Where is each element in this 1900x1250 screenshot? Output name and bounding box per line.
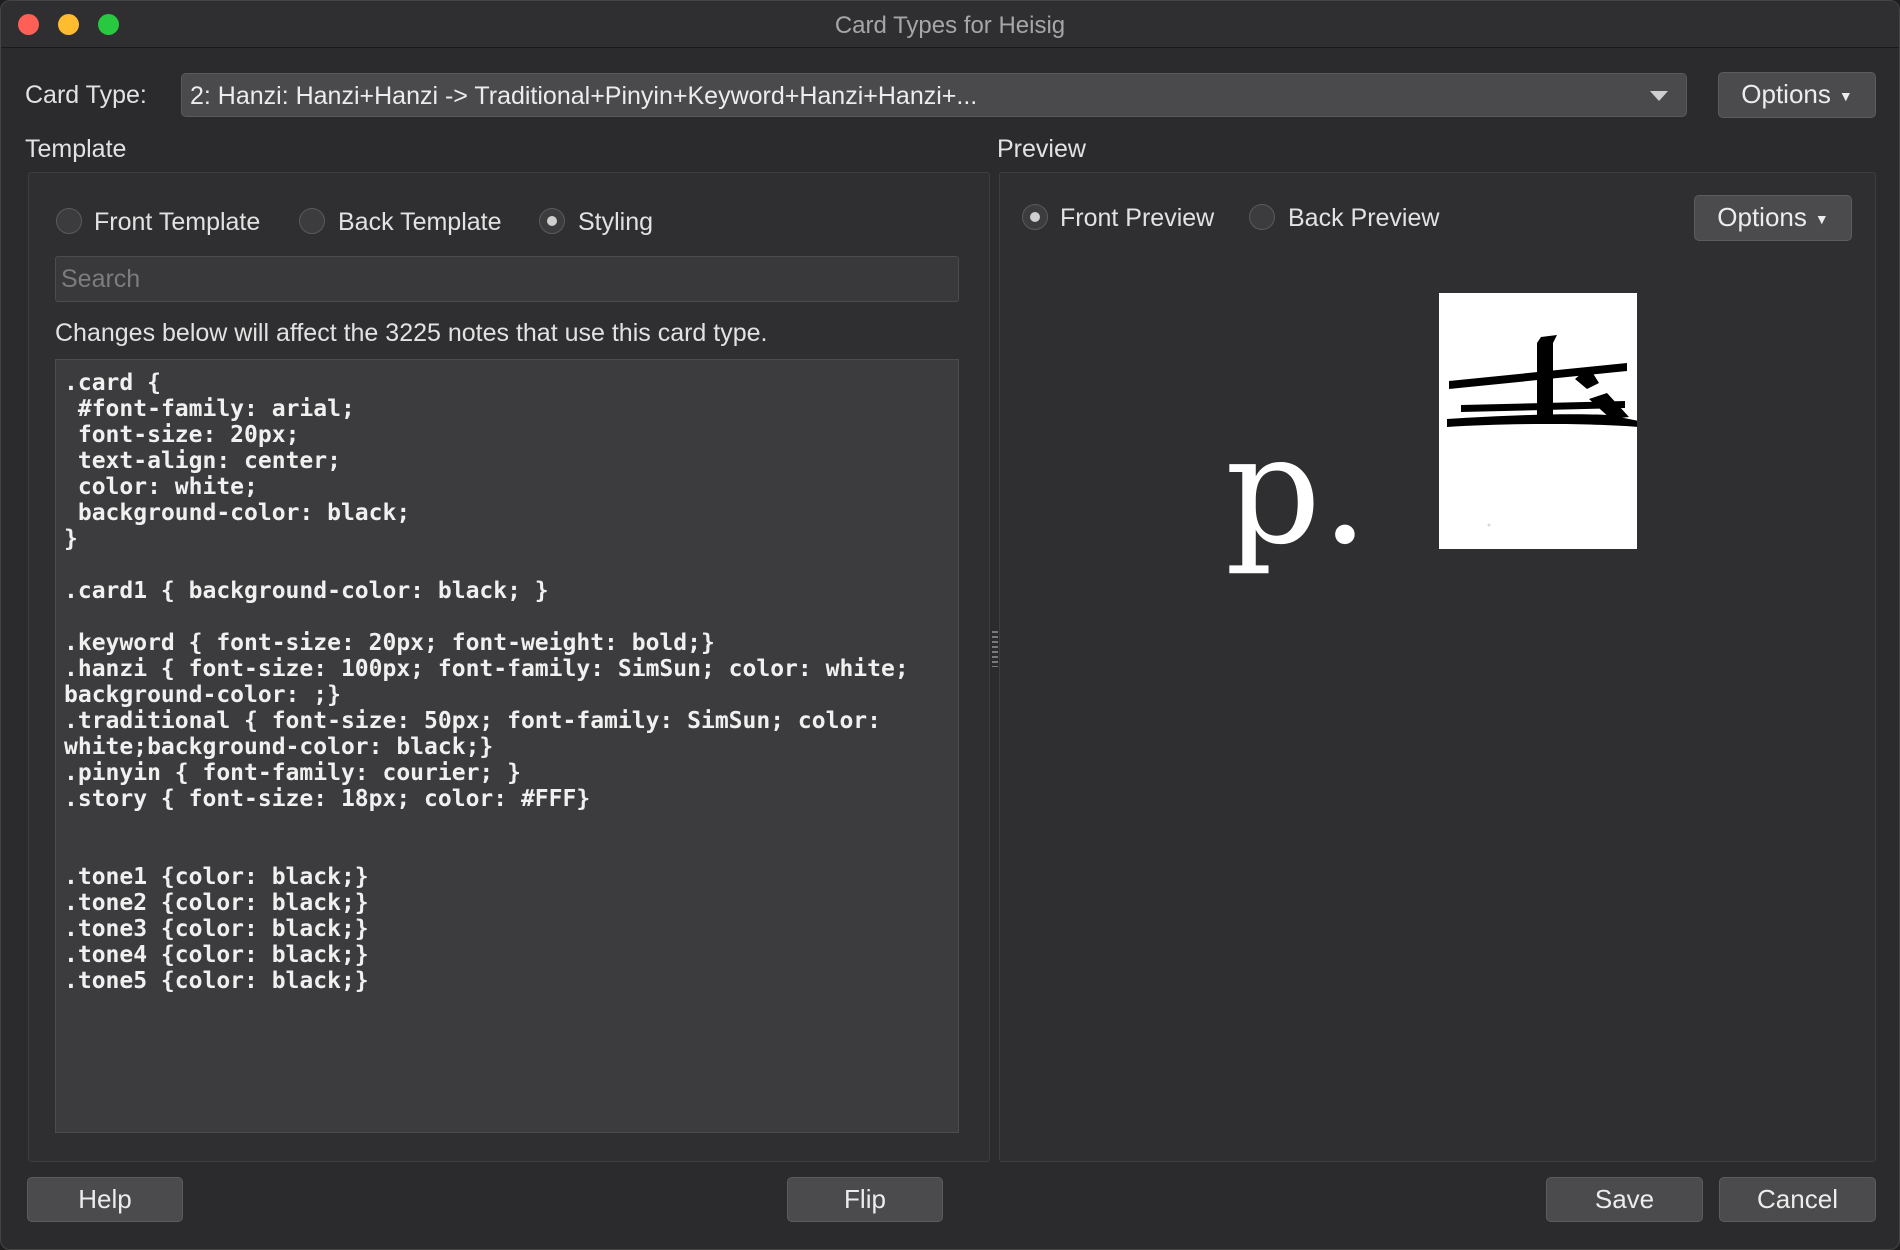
template-heading: Template xyxy=(25,135,127,163)
card-types-window: Card Types for Heisig Card Type: 2: Hanz… xyxy=(0,0,1900,1250)
back-template-radio[interactable] xyxy=(299,208,325,234)
back-preview-radio[interactable] xyxy=(1249,204,1275,230)
chevron-down-icon xyxy=(1650,91,1668,101)
back-template-label[interactable]: Back Template xyxy=(338,208,502,237)
preview-card-text: p. xyxy=(1225,404,1369,578)
options-label: Options xyxy=(1741,79,1831,109)
affected-notes-notice: Changes below will affect the 3225 notes… xyxy=(55,319,768,347)
card-type-label: Card Type: xyxy=(25,81,147,109)
window-title: Card Types for Heisig xyxy=(834,12,1066,39)
card-preview: p. xyxy=(1225,286,1665,586)
card-type-dropdown[interactable]: 2: Hanzi: Hanzi+Hanzi -> Traditional+Pin… xyxy=(181,73,1687,117)
styling-radio[interactable] xyxy=(539,208,565,234)
front-template-radio[interactable] xyxy=(56,208,82,234)
cancel-button[interactable]: Cancel xyxy=(1719,1177,1876,1222)
flip-button[interactable]: Flip xyxy=(787,1177,943,1222)
template-search-input[interactable] xyxy=(55,256,959,302)
preview-heading: Preview xyxy=(997,135,1086,163)
back-preview-label[interactable]: Back Preview xyxy=(1288,204,1439,233)
front-preview-radio[interactable] xyxy=(1022,204,1048,230)
caret-down-icon: ▼ xyxy=(1838,88,1853,105)
panel-splitter-handle[interactable] xyxy=(992,631,998,667)
options-label: Options xyxy=(1717,202,1807,232)
front-template-label[interactable]: Front Template xyxy=(94,208,260,237)
card-type-value: 2: Hanzi: Hanzi+Hanzi -> Traditional+Pin… xyxy=(190,82,978,110)
preview-options-button[interactable]: Options ▼ xyxy=(1694,195,1852,241)
hanzi-image xyxy=(1439,293,1639,549)
help-button[interactable]: Help xyxy=(27,1177,183,1222)
styling-label[interactable]: Styling xyxy=(578,208,653,237)
card-type-options-button[interactable]: Options ▼ xyxy=(1718,72,1876,118)
title-bar: Card Types for Heisig xyxy=(1,1,1899,48)
front-preview-label[interactable]: Front Preview xyxy=(1060,204,1214,233)
save-button[interactable]: Save xyxy=(1546,1177,1703,1222)
caret-down-icon: ▼ xyxy=(1814,211,1829,228)
styling-code-editor[interactable]: .card { #font-family: arial; font-size: … xyxy=(55,359,959,1133)
hanzi-glyph-icon xyxy=(1447,335,1639,527)
